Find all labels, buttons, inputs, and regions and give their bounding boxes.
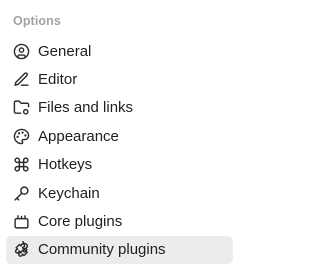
nav-item-label: Community plugins <box>38 241 166 259</box>
settings-sidebar: Options General Editor Files and links A… <box>0 0 242 277</box>
settings-nav-list: General Editor Files and links Appearanc… <box>6 37 233 265</box>
command-icon <box>13 156 30 173</box>
nav-item-label: Editor <box>38 71 78 89</box>
pencil-icon <box>13 71 30 88</box>
key-icon <box>13 185 30 202</box>
nav-item-editor[interactable]: Editor <box>6 65 233 93</box>
nav-item-core-plugins[interactable]: Core plugins <box>6 207 233 235</box>
nav-item-hotkeys[interactable]: Hotkeys <box>6 151 233 179</box>
nav-item-label: Appearance <box>38 127 119 145</box>
nav-item-keychain[interactable]: Keychain <box>6 179 233 207</box>
nav-item-community-plugins[interactable]: Community plugins <box>6 235 233 265</box>
puzzle-icon <box>13 241 30 258</box>
nav-item-label: Files and links <box>38 99 134 117</box>
palette-icon <box>13 128 30 145</box>
nav-item-files-and-links[interactable]: Files and links <box>6 94 233 122</box>
nav-item-label: Core plugins <box>38 213 123 231</box>
folder-link-icon <box>13 99 30 116</box>
nav-item-general[interactable]: General <box>6 37 233 65</box>
core-plugins-icon <box>13 213 30 230</box>
nav-item-label: Keychain <box>38 184 100 202</box>
user-circle-icon <box>13 43 30 60</box>
nav-item-label: General <box>38 42 92 60</box>
section-heading: Options <box>13 14 61 28</box>
nav-item-label: Hotkeys <box>38 156 93 174</box>
nav-item-appearance[interactable]: Appearance <box>6 122 233 150</box>
